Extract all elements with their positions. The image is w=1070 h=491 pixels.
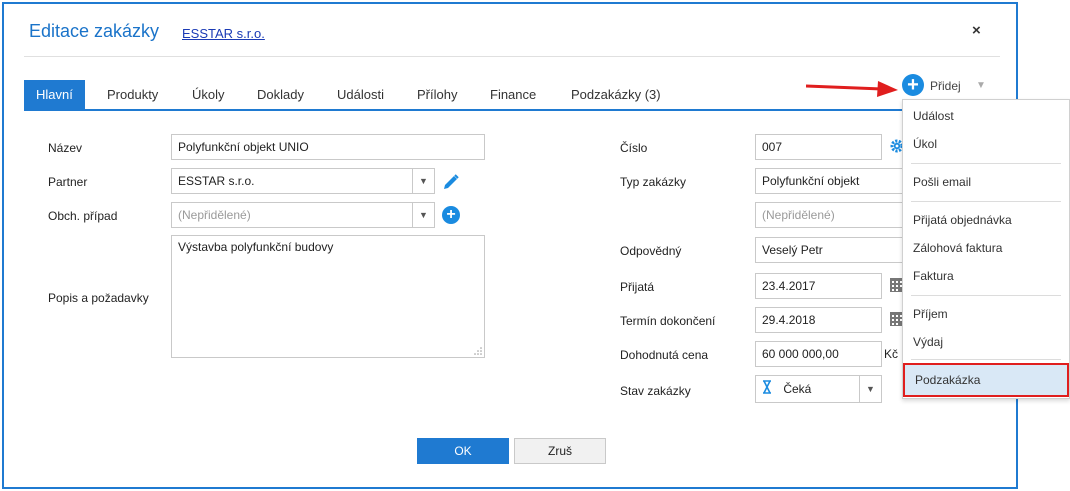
add-case-plus-icon[interactable]: + <box>442 206 460 224</box>
case-select[interactable]: (Nepřidělené) ▼ <box>171 202 435 228</box>
name-input[interactable]: Polyfunkční objekt UNIO <box>171 134 485 160</box>
menu-separator <box>911 163 1061 164</box>
type-select[interactable]: Polyfunkční objekt <box>755 168 903 194</box>
number-input[interactable]: 007 <box>755 134 882 160</box>
price-label: Dohodnutá cena <box>620 348 709 362</box>
hourglass-icon <box>762 377 776 402</box>
menu-separator <box>911 359 1061 360</box>
tab-documents[interactable]: Doklady <box>257 80 304 110</box>
tab-products[interactable]: Produkty <box>107 80 158 110</box>
type-extra-select[interactable]: (Nepřidělené) <box>755 202 903 228</box>
received-date-input[interactable]: 23.4.2017 <box>755 273 882 299</box>
description-textarea[interactable]: Výstavba polyfunkční budovy <box>171 235 485 358</box>
add-button[interactable]: + <box>902 74 930 98</box>
name-label: Název <box>48 141 83 155</box>
plus-icon: + <box>902 74 924 96</box>
type-label: Typ zakázky <box>620 175 687 189</box>
price-input[interactable]: 60 000 000,00 <box>755 341 882 367</box>
close-icon[interactable]: × <box>972 22 981 39</box>
tab-attachments[interactable]: Přílohy <box>417 80 457 110</box>
deadline-date-input[interactable]: 29.4.2018 <box>755 307 882 333</box>
menu-separator <box>911 201 1061 202</box>
edit-pencil-icon[interactable] <box>442 173 460 194</box>
dialog-title: Editace zakázky <box>29 21 160 41</box>
tab-events[interactable]: Události <box>337 80 384 110</box>
number-label: Číslo <box>620 141 648 155</box>
status-select[interactable]: Čeká ▼ <box>755 375 882 403</box>
cancel-button[interactable]: Zruš <box>514 438 606 464</box>
description-label: Popis a požadavky <box>48 291 149 305</box>
partner-select[interactable]: ESSTAR s.r.o. ▼ <box>171 168 435 194</box>
menu-item-suborder[interactable]: Podzakázka <box>903 363 1069 397</box>
case-select-placeholder: (Nepřidělené) <box>178 208 251 222</box>
status-label: Stav zakázky <box>620 384 691 398</box>
chevron-down-icon[interactable]: ▼ <box>412 203 434 227</box>
case-label: Obch. případ <box>48 209 118 223</box>
tab-suborders[interactable]: Podzakázky (3) <box>571 80 661 110</box>
header-divider <box>24 56 1000 57</box>
tab-main[interactable]: Hlavní <box>24 80 85 110</box>
currency-label: Kč <box>884 347 899 361</box>
responsible-label: Odpovědný <box>620 244 682 258</box>
partner-label: Partner <box>48 175 88 189</box>
partner-select-value: ESSTAR s.r.o. <box>178 174 255 188</box>
chevron-down-icon[interactable]: ▼ <box>412 169 434 193</box>
tab-underline <box>24 109 1000 111</box>
description-text: Výstavba polyfunkční budovy <box>178 240 334 254</box>
menu-item-event[interactable]: Událost <box>903 102 1069 130</box>
chevron-down-icon[interactable]: ▼ <box>976 80 986 91</box>
annotation-arrow <box>806 81 898 97</box>
menu-item-send-email[interactable]: Pošli email <box>903 168 1069 196</box>
resize-handle-icon[interactable] <box>474 347 482 355</box>
received-label: Přijatá <box>620 280 655 294</box>
chevron-down-icon[interactable]: ▼ <box>859 376 881 402</box>
status-select-value: Čeká <box>783 382 812 396</box>
menu-item-invoice[interactable]: Faktura <box>903 262 1069 290</box>
menu-item-income[interactable]: Příjem <box>903 300 1069 328</box>
deadline-label: Termín dokončení <box>620 314 716 328</box>
company-link[interactable]: ESSTAR s.r.o. <box>182 26 265 41</box>
menu-item-received-order[interactable]: Přijatá objednávka <box>903 206 1069 234</box>
responsible-select[interactable]: Veselý Petr <box>755 237 903 263</box>
add-button-label[interactable]: Přidej <box>930 79 961 93</box>
tab-tasks[interactable]: Úkoly <box>192 80 225 110</box>
menu-separator <box>911 295 1061 296</box>
menu-item-task[interactable]: Úkol <box>903 130 1069 158</box>
ok-button[interactable]: OK <box>417 438 509 464</box>
menu-item-advance-invoice[interactable]: Zálohová faktura <box>903 234 1069 262</box>
tab-finance[interactable]: Finance <box>490 80 536 110</box>
menu-item-expense[interactable]: Výdaj <box>903 328 1069 356</box>
add-dropdown-menu: Událost Úkol Pošli email Přijatá objedná… <box>902 99 1070 399</box>
edit-order-dialog: Editace zakázky ESSTAR s.r.o. × Hlavní P… <box>2 2 1018 489</box>
